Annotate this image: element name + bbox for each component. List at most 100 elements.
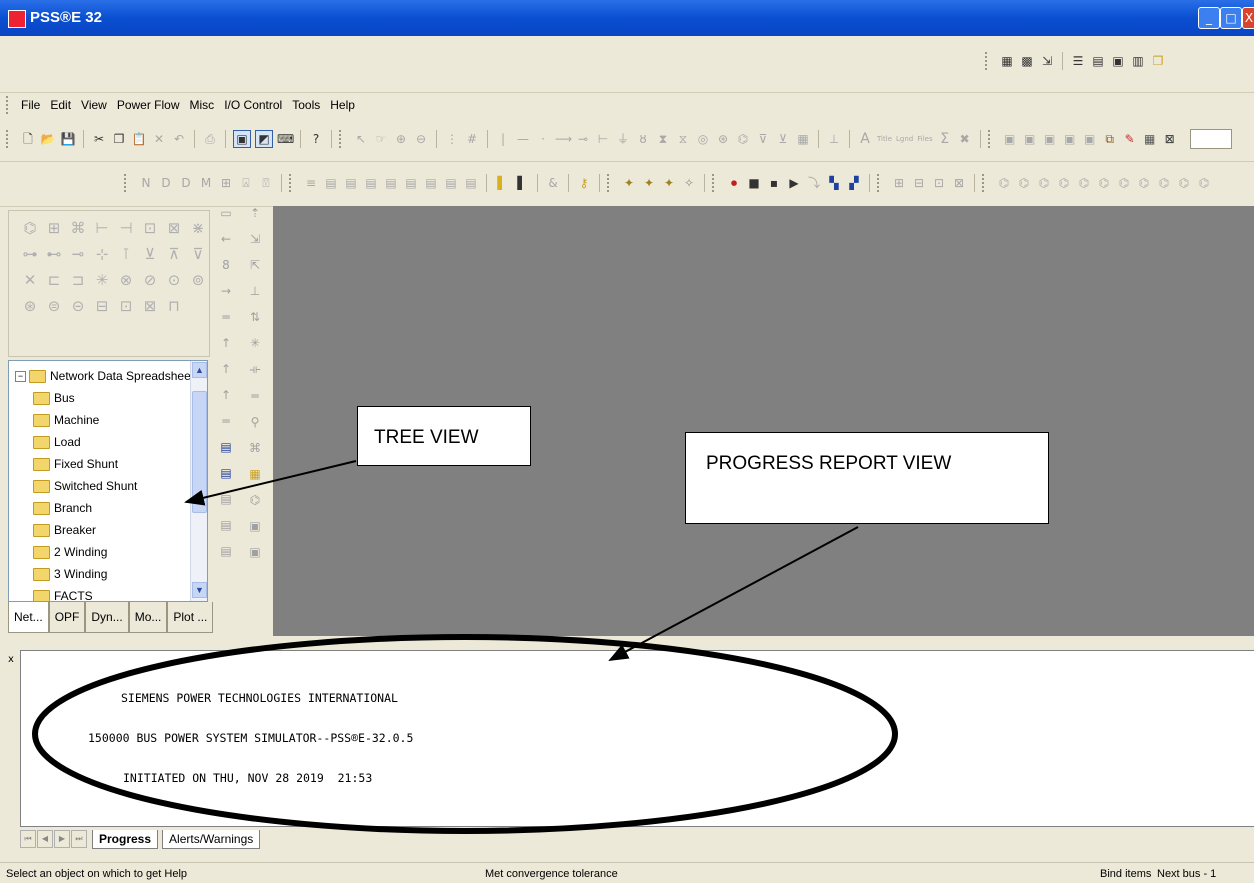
print-preview-icon[interactable]: ⎙ — [202, 131, 218, 147]
calc-3-icon[interactable]: ⊡ — [931, 175, 947, 191]
grid-alt-icon[interactable]: ▩ — [1019, 53, 1035, 69]
tool-a-icon[interactable]: ✦ — [621, 175, 637, 191]
title-icon[interactable]: Title — [877, 131, 892, 147]
select-arrow-icon[interactable]: ↖ — [353, 131, 369, 147]
palette-tool-icon[interactable]: ⊟ — [91, 297, 113, 315]
shunt-icon[interactable]: ⧗ — [655, 131, 671, 147]
node-report-icon[interactable]: ▤ — [403, 175, 419, 191]
palette-tool-icon[interactable]: ⊚ — [187, 271, 209, 289]
scroll-thumb[interactable] — [192, 391, 207, 513]
short-2-icon[interactable]: ⌬ — [1016, 175, 1032, 191]
paste-icon[interactable]: 📋 — [131, 131, 147, 147]
help-icon[interactable]: ? — [308, 131, 324, 147]
report-area-icon[interactable]: ▤ — [323, 175, 339, 191]
menu-io-control[interactable]: I/O Control — [219, 98, 287, 112]
grid-icon[interactable]: ▦ — [999, 53, 1015, 69]
tap-icon[interactable]: ⍔ — [258, 175, 274, 191]
progress-view-close-icon[interactable]: x — [8, 654, 18, 678]
limits-icon[interactable]: ▤ — [343, 175, 359, 191]
minimize-button[interactable]: _ — [1198, 7, 1220, 29]
menu-misc[interactable]: Misc — [185, 98, 220, 112]
tree-view-toggle-icon[interactable]: ▣ — [233, 130, 251, 148]
palette-tool-icon[interactable]: ⊣ — [115, 219, 137, 237]
fnsl-icon[interactable]: N — [138, 175, 154, 191]
tool-b-icon[interactable]: ✦ — [641, 175, 657, 191]
tree-item[interactable]: Branch — [33, 499, 92, 517]
node-icon[interactable]: · — [535, 131, 551, 147]
palette-tool-icon[interactable]: ⊠ — [163, 219, 185, 237]
toolbar-grip[interactable] — [6, 130, 12, 148]
progress-view-toggle-icon[interactable]: ◩ — [255, 130, 273, 148]
ties-icon[interactable]: ▤ — [423, 175, 439, 191]
palette-tool-icon[interactable]: ⊏ — [43, 271, 65, 289]
new-file-icon[interactable]: 🗋 — [20, 131, 36, 147]
diagram-2-icon[interactable]: ▣ — [1022, 131, 1038, 147]
copy-icon[interactable]: ❐ — [1150, 53, 1166, 69]
palette-tool-icon[interactable]: ⊘ — [139, 271, 161, 289]
fdns-icon[interactable]: D — [158, 175, 174, 191]
toolbar-grip[interactable] — [607, 174, 613, 192]
palette-tool-icon[interactable]: ⊡ — [115, 297, 137, 315]
node-tool-icon[interactable]: ▭ — [220, 206, 231, 220]
switched-shunt-icon[interactable]: ⧖ — [675, 131, 691, 147]
short-6-icon[interactable]: ⌬ — [1096, 175, 1112, 191]
asterisk-icon[interactable]: ✳ — [250, 336, 260, 350]
first-tab-icon[interactable]: ⏮ — [20, 830, 36, 848]
short-1-icon[interactable]: ⌬ — [996, 175, 1012, 191]
pause-icon[interactable]: ▪ — [766, 175, 782, 191]
solv-icon[interactable]: D — [178, 175, 194, 191]
palette-tool-icon[interactable]: ⊙ — [163, 271, 185, 289]
wizard-icon[interactable]: ✎ — [1122, 131, 1138, 147]
next-tab-icon[interactable]: ▶ — [54, 830, 70, 848]
chart-a-icon[interactable]: ▚ — [826, 175, 842, 191]
line-icon[interactable]: ⟶ — [555, 131, 572, 147]
filter-icon[interactable]: ⚲ — [251, 415, 260, 429]
palette-tool-icon[interactable]: ⌬ — [19, 219, 41, 237]
toolbar-dropdown[interactable] — [1189, 129, 1232, 149]
toolbar-grip[interactable] — [877, 174, 883, 192]
short-10-icon[interactable]: ⌬ — [1176, 175, 1192, 191]
palette-tool-icon[interactable]: ⊐ — [67, 271, 89, 289]
stop-icon[interactable]: ■ — [746, 175, 762, 191]
step-icon[interactable]: ⤵ — [806, 175, 822, 191]
palette-tool-icon[interactable]: ⊺ — [115, 245, 137, 263]
save-icon[interactable]: 💾 — [60, 131, 76, 147]
short-11-icon[interactable]: ⌬ — [1196, 175, 1212, 191]
bar-gray-icon[interactable]: ▌ — [514, 175, 530, 191]
prev-tab-icon[interactable]: ◀ — [37, 830, 53, 848]
palette-tool-icon[interactable]: ⊽ — [187, 245, 209, 263]
fit-icon[interactable]: ⇲ — [250, 232, 260, 246]
doc-4-icon[interactable]: ▤ — [220, 518, 231, 532]
toolbar-grip[interactable] — [339, 130, 345, 148]
toolbar-grip[interactable] — [985, 52, 991, 70]
diff-icon[interactable]: ▤ — [383, 175, 399, 191]
tree-item[interactable]: Machine — [33, 411, 99, 429]
menu-power-flow[interactable]: Power Flow — [112, 98, 185, 112]
scroll-up-icon[interactable]: ▲ — [192, 362, 207, 378]
palette-tool-icon[interactable]: ✳ — [91, 271, 113, 289]
date-icon[interactable]: ▤ — [363, 175, 379, 191]
cli-icon[interactable]: ⌨ — [277, 131, 294, 147]
record-icon[interactable]: ⏺ — [726, 175, 742, 191]
facts-icon[interactable]: ⌬ — [735, 131, 751, 147]
tree-item[interactable]: FACTS — [33, 587, 93, 601]
last-tab-icon[interactable]: ⏭ — [71, 830, 87, 848]
load-icon[interactable]: ⏚ — [615, 131, 631, 147]
tree-item[interactable]: Bus — [33, 389, 75, 407]
series-icon[interactable]: ⊸ — [575, 131, 591, 147]
tree-item[interactable]: Fixed Shunt — [33, 455, 118, 473]
network-2-icon[interactable]: ⌬ — [250, 493, 260, 507]
tap-2-icon[interactable]: ↑ — [221, 362, 231, 376]
palette-tool-icon[interactable]: ⊻ — [139, 245, 161, 263]
text-icon[interactable]: A — [857, 131, 873, 147]
area-icon[interactable]: ▦ — [795, 131, 811, 147]
tree-icon[interactable]: ⌘ — [249, 441, 261, 455]
palette-tool-icon[interactable]: ⌘ — [67, 219, 89, 237]
tap-3-icon[interactable]: ↑ — [221, 388, 231, 402]
toolbar-grip[interactable] — [289, 174, 295, 192]
calc-icon[interactable]: ▦ — [1142, 131, 1158, 147]
calc-1-icon[interactable]: ⊞ — [891, 175, 907, 191]
palette-tool-icon[interactable]: ⊢ — [91, 219, 113, 237]
palette-tool-icon[interactable]: ✕ — [19, 271, 41, 289]
scroll-down-icon[interactable]: ▼ — [192, 582, 207, 598]
